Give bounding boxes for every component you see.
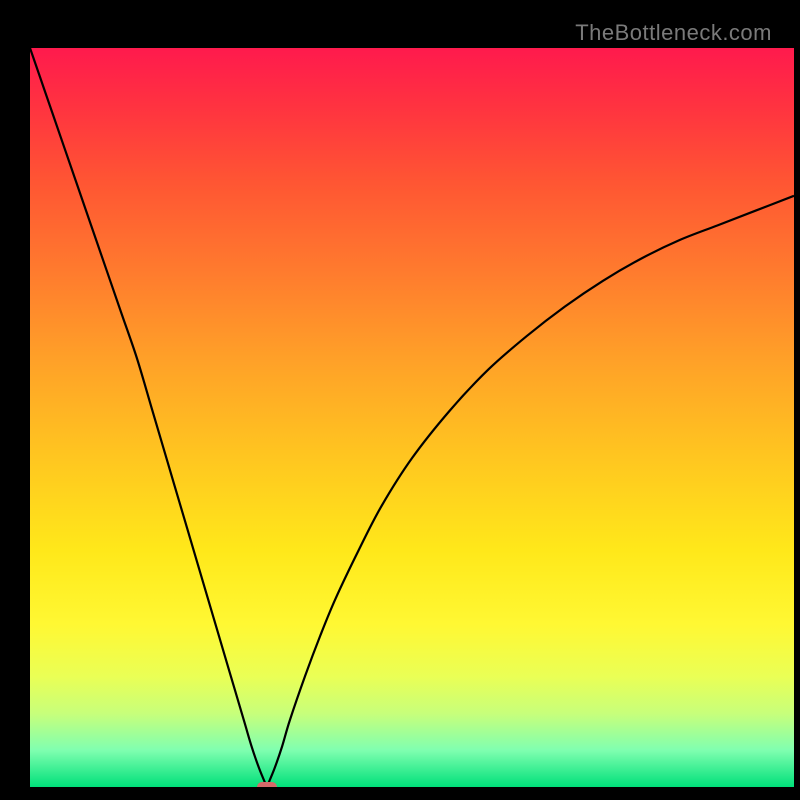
chart-frame: TheBottleneck.com <box>12 12 788 788</box>
plot-area <box>30 48 794 787</box>
curve-layer <box>30 48 794 787</box>
bottleneck-curve <box>30 48 794 787</box>
notch-marker <box>257 782 277 787</box>
attribution-text: TheBottleneck.com <box>575 20 772 46</box>
